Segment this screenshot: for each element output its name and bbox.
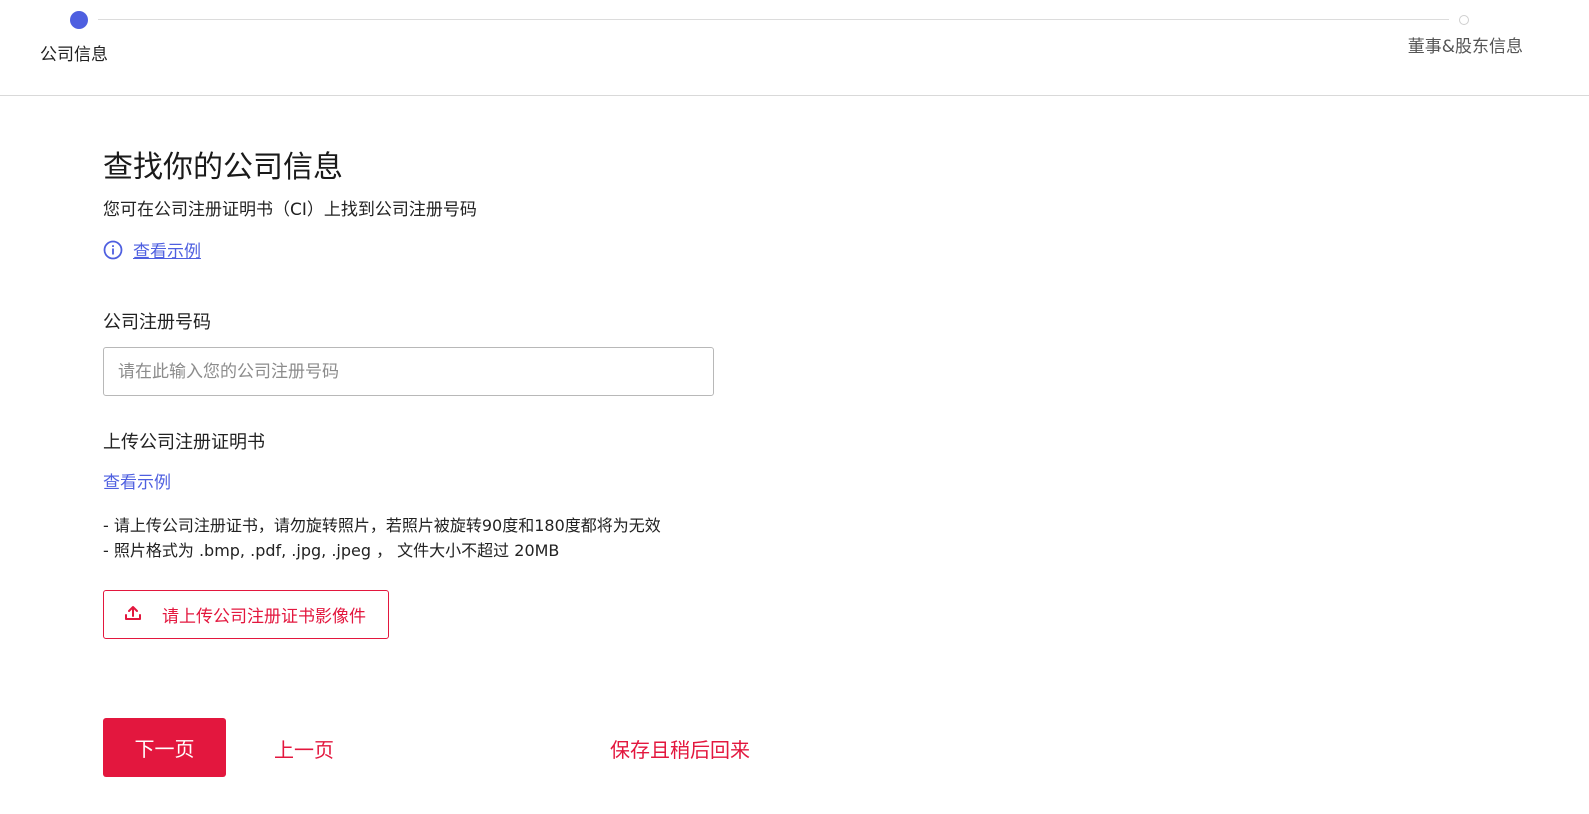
upload-icon [124, 604, 142, 626]
step-label-company-info: 公司信息 [40, 45, 108, 65]
save-and-return-later-button[interactable]: 保存且稍后回来 [610, 734, 750, 763]
stepper-track [98, 19, 1449, 20]
view-example-link-label[interactable]: 查看示例 [133, 237, 201, 262]
upload-certificate-button[interactable]: 请上传公司注册证书影像件 [103, 590, 389, 639]
registration-number-label: 公司注册号码 [103, 312, 211, 333]
page-subtitle: 您可在公司注册证明书（CI）上找到公司注册号码 [103, 200, 477, 220]
registration-number-input[interactable] [103, 347, 714, 396]
step-indicator-inactive [1459, 15, 1469, 25]
page-title: 查找你的公司信息 [103, 150, 343, 185]
previous-page-button[interactable]: 上一页 [274, 734, 334, 763]
upload-note-format: - 照片格式为 .bmp, .pdf, .jpg, .jpeg ， 文件大小不超… [103, 541, 560, 560]
progress-stepper: 公司信息 董事&股东信息 [0, 0, 1589, 96]
upload-certificate-label: 上传公司注册证明书 [103, 432, 265, 453]
step-indicator-active [70, 11, 88, 29]
view-example-link[interactable]: 查看示例 [103, 237, 201, 262]
upload-certificate-button-label: 请上传公司注册证书影像件 [162, 607, 366, 627]
upload-note-rotation: - 请上传公司注册证书，请勿旋转照片，若照片被旋转90度和180度都将为无效 [103, 516, 661, 535]
info-circle-icon [103, 240, 123, 260]
step-label-directors-shareholders: 董事&股东信息 [1407, 37, 1523, 57]
next-page-button[interactable]: 下一页 [103, 718, 226, 777]
upload-view-example-link[interactable]: 查看示例 [103, 468, 171, 493]
